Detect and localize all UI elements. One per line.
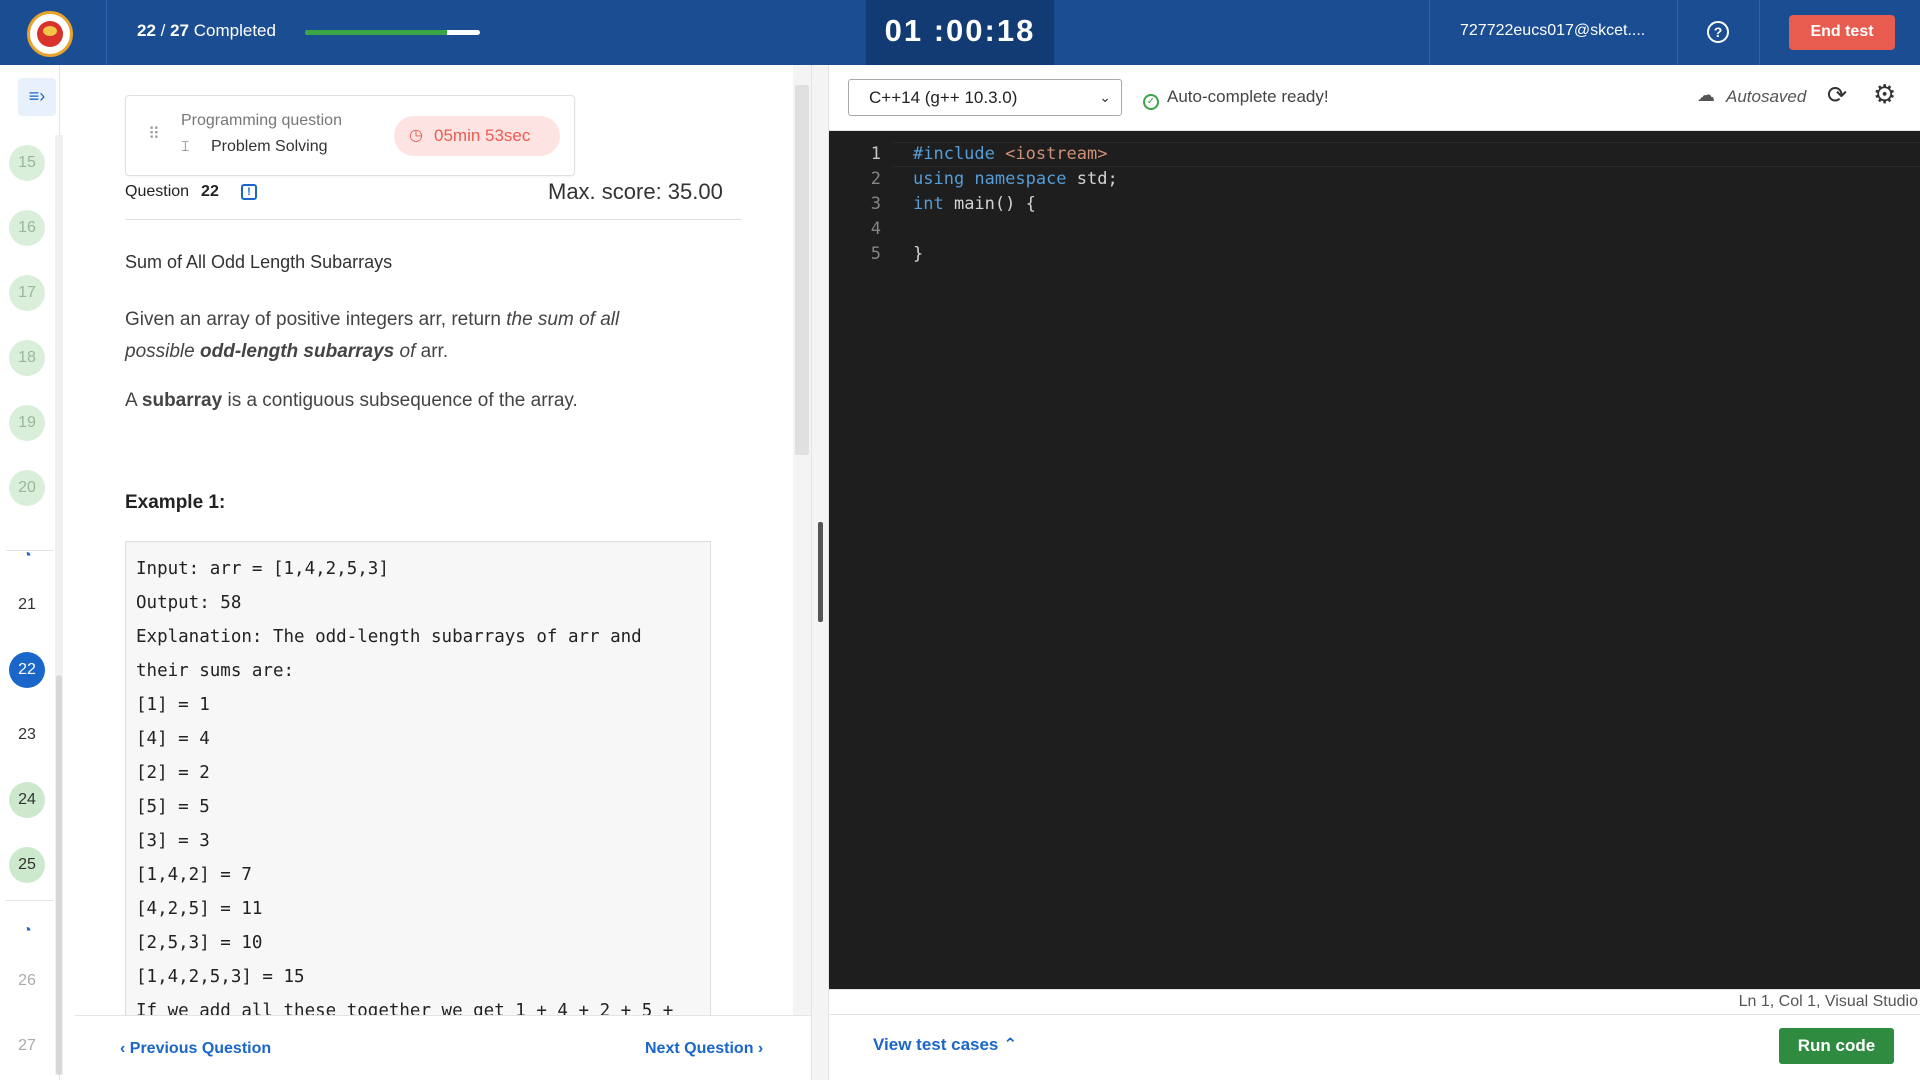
divider <box>1429 0 1430 65</box>
subarray-definition: A subarray is a contiguous subsequence o… <box>125 390 578 411</box>
cursor-position: Ln 1, Col 1, Visual Studio <box>1738 993 1918 1010</box>
editor-toolbar: C++14 (g++ 10.3.0) ⌄ ✓ Auto-complete read… <box>829 65 1920 131</box>
divider <box>125 219 742 220</box>
next-question-button[interactable]: Next Question › <box>645 1040 763 1058</box>
help-icon[interactable]: ? <box>1707 21 1729 43</box>
question-title: Sum of All Odd Length Subarrays <box>125 252 393 272</box>
question-topic: Problem Solving <box>211 138 328 155</box>
question-description: Given an array of positive integers arr,… <box>125 309 620 362</box>
chevron-down-icon: ⌄ <box>1099 89 1111 105</box>
example-code-block: Input: arr = [1,4,2,5,3] Output: 58 Expl… <box>125 541 711 1015</box>
run-code-button[interactable]: Run code <box>1779 1028 1894 1064</box>
question-nav-item[interactable]: 17 <box>9 275 45 311</box>
question-nav-item[interactable]: 25 <box>9 847 45 883</box>
progress-bar <box>305 30 480 35</box>
question-nav-item[interactable]: 18 <box>9 340 45 376</box>
gear-icon[interactable]: ⚙ <box>1873 79 1896 110</box>
sidebar-scrollbar[interactable] <box>55 135 63 1075</box>
timer-box: 01 :00:18 <box>866 0 1054 65</box>
divider <box>1677 0 1678 65</box>
question-nav-item-active[interactable]: 22 <box>9 652 45 688</box>
menu-arrow-icon[interactable]: ≡› <box>18 78 56 116</box>
user-email[interactable]: 727722eucs017@skcet.... <box>1460 22 1650 40</box>
check-circle-icon: ✓ <box>1143 94 1159 110</box>
refresh-icon[interactable]: ⟳ <box>1827 81 1847 110</box>
divider <box>6 900 54 901</box>
question-nav-item[interactable]: 19 <box>9 405 45 441</box>
question-nav-sidebar: ≡› 15 16 17 18 19 20 ◔ 21 22 23 24 25 ◔ … <box>0 65 63 1080</box>
editor-footer: View test cases ⌃ Run code <box>829 1014 1920 1080</box>
drag-handle-icon[interactable]: ⠿ <box>148 124 160 144</box>
code-line[interactable]: 3 int main() { <box>829 192 1920 217</box>
top-bar: 22 / 27 Completed 01 :00:18 727722eucs01… <box>0 0 1920 65</box>
divider <box>1759 0 1760 65</box>
view-test-cases-button[interactable]: View test cases ⌃ <box>873 1035 1017 1055</box>
question-nav-item[interactable]: 23 <box>9 717 45 753</box>
clock-icon: ◔ <box>22 547 32 564</box>
question-panel: ⠿ Programming question ⌶ Problem Solving… <box>75 65 810 1015</box>
autosaved-status: Autosaved <box>1726 87 1807 106</box>
report-flag-icon[interactable]: ! <box>241 184 257 200</box>
question-type: Programming question <box>181 112 342 129</box>
question-nav-item[interactable]: 15 <box>9 145 45 181</box>
question-nav-item[interactable]: 21 <box>9 587 45 623</box>
code-line[interactable]: 2 using namespace std; <box>829 167 1920 192</box>
editor-status-bar: Ln 1, Col 1, Visual Studio <box>829 989 1920 1014</box>
previous-question-button[interactable]: ‹ Previous Question <box>120 1040 271 1058</box>
institution-logo <box>27 11 73 57</box>
question-nav-footer: ‹ Previous Question Next Question › <box>75 1015 811 1080</box>
chevron-up-icon: ⌃ <box>1003 1035 1018 1054</box>
clock-icon: ◔ <box>22 922 32 939</box>
question-nav-item[interactable]: 27 <box>9 1028 45 1064</box>
question-nav-item[interactable]: 24 <box>9 782 45 818</box>
code-editor[interactable]: 1 #include <iostream> 2 using namespace … <box>829 131 1920 989</box>
question-nav-item[interactable]: 26 <box>9 963 45 999</box>
end-test-button[interactable]: End test <box>1789 15 1895 50</box>
question-time-badge: ◷ 05min 53sec <box>394 116 560 156</box>
question-info-card: ⠿ Programming question ⌶ Problem Solving… <box>125 95 575 176</box>
language-select[interactable]: C++14 (g++ 10.3.0) ⌄ <box>848 79 1122 116</box>
topic-icon: ⌶ <box>181 138 190 154</box>
cloud-upload-icon: ☁ <box>1697 85 1715 105</box>
example-title: Example 1: <box>125 492 226 513</box>
question-nav-item[interactable]: 16 <box>9 210 45 246</box>
test-timer: 01 :00:18 <box>884 13 1036 48</box>
progress-text: 22 / 27 Completed <box>137 21 276 40</box>
divider <box>106 0 107 65</box>
code-line[interactable]: 1 #include <iostream> <box>829 142 1920 167</box>
max-score: Max. score: 35.00 <box>548 179 723 204</box>
code-line[interactable]: 5 } <box>829 242 1920 267</box>
panel-splitter[interactable] <box>811 65 829 1080</box>
code-line[interactable]: 4 <box>829 217 1920 242</box>
question-nav-item[interactable]: 20 <box>9 470 45 506</box>
stopwatch-icon: ◷ <box>409 127 423 144</box>
progress-fill <box>305 30 447 35</box>
autocomplete-status: ✓ Auto-complete ready! <box>1143 87 1329 110</box>
question-scrollbar[interactable] <box>793 65 811 1015</box>
question-label: Question 22 <box>125 183 219 200</box>
